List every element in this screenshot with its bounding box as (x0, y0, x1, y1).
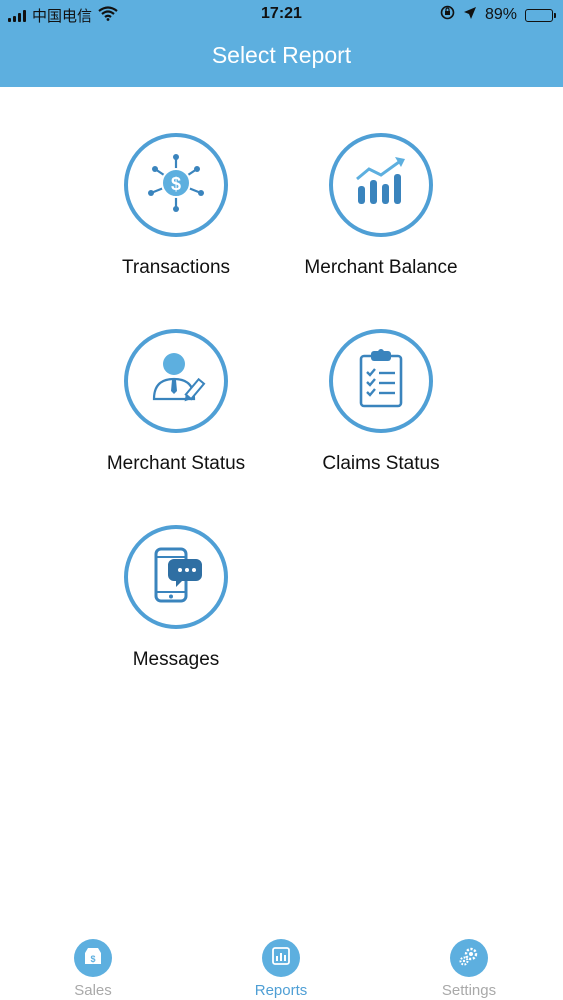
report-merchant-balance[interactable]: Merchant Balance (281, 133, 481, 279)
sales-tag-icon: $ (82, 945, 104, 972)
report-transactions[interactable]: $ Transactions (76, 133, 276, 279)
status-bar: 中国电信 17:21 89% (0, 0, 563, 30)
orientation-lock-icon (440, 5, 455, 25)
report-label: Claims Status (322, 453, 440, 474)
settings-gear-icon (457, 944, 481, 973)
merchant-person-pen-icon (144, 347, 208, 416)
tab-bar: $ Sales Reports Settings (0, 935, 563, 1000)
report-label: Messages (132, 649, 220, 670)
svg-text:$: $ (90, 954, 95, 964)
location-arrow-icon (463, 6, 477, 25)
phone-message-icon (144, 543, 208, 612)
svg-text:$: $ (171, 174, 181, 194)
reports-chart-icon (270, 945, 292, 972)
report-claims-status[interactable]: Claims Status (281, 329, 481, 475)
tab-label: Reports (254, 982, 308, 999)
clipboard-checklist-icon (353, 347, 409, 416)
report-label: Transactions (121, 257, 231, 278)
tab-sales[interactable]: $ Sales (43, 935, 143, 999)
header-bar: 中国电信 17:21 89% Select Report (0, 0, 563, 87)
transactions-dollar-network-icon: $ (142, 149, 210, 222)
battery-percent: 89% (484, 6, 517, 23)
bar-chart-growth-icon (351, 153, 411, 218)
report-merchant-status[interactable]: Merchant Status (76, 329, 276, 475)
battery-icon (525, 8, 556, 22)
page-title: Select Report (211, 42, 352, 68)
tab-label: Sales (74, 982, 112, 999)
report-label: Merchant Status (106, 453, 246, 474)
report-label: Merchant Balance (304, 257, 458, 278)
tab-label: Settings (441, 982, 497, 999)
tab-reports[interactable]: Reports (231, 935, 331, 999)
report-messages[interactable]: Messages (76, 525, 276, 671)
tab-settings[interactable]: Settings (419, 935, 519, 999)
